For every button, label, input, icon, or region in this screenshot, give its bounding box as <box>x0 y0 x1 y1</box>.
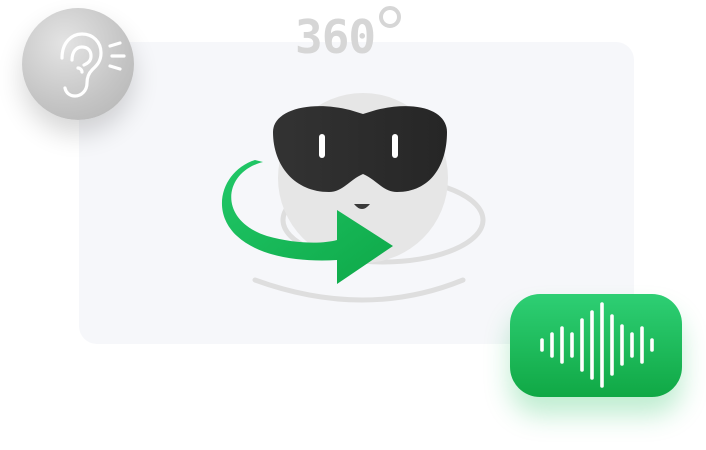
audio-badge <box>510 294 682 397</box>
shadow-arc <box>252 277 466 303</box>
right-eye <box>392 134 398 158</box>
illustration-stage: 360 <box>0 0 706 450</box>
sound-wave-icon <box>540 302 654 388</box>
degree-label: 360 <box>295 4 402 66</box>
degree-number: 360 <box>295 10 376 64</box>
vr-mascot-hero <box>221 93 486 303</box>
ear-icon <box>60 32 126 98</box>
left-eye <box>319 134 325 158</box>
hearing-badge <box>22 8 134 120</box>
degree-ring-icon <box>379 6 402 28</box>
